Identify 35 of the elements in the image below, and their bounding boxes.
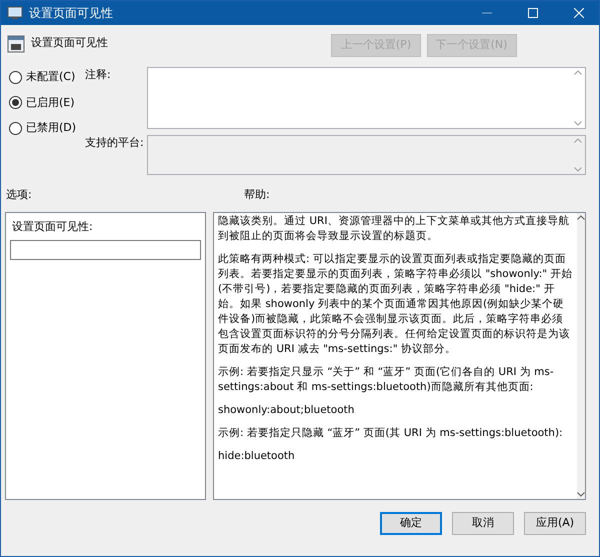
help-text: 隐藏该类别。通过 URI、资源管理器中的上下文菜单或其他方式直接导航到被阻止的页面将会导致显示设置的标题页。 (218, 214, 570, 244)
ok-button[interactable]: 确定 (380, 512, 442, 535)
cancel-button[interactable]: 取消 (452, 512, 514, 535)
radio-button[interactable] (9, 122, 22, 135)
policy-title: 设置页面可见性 (31, 35, 109, 51)
close-icon (574, 8, 584, 18)
radio-button[interactable] (9, 70, 22, 84)
help-heading: 帮助: (244, 187, 270, 203)
scroll-down-icon[interactable] (574, 167, 582, 172)
field-label: 设置页面可见性: (11, 219, 94, 235)
window-title: 设置页面可见性 (29, 5, 114, 22)
comment-field[interactable] (147, 67, 586, 129)
platform-label: 支持的平台: (85, 135, 145, 151)
help-text: 示例: 若要指定只隐藏 “蓝牙” 页面(其 URI 为 ms-settings:bluetooth): (218, 426, 564, 441)
comment-label: 注释: (85, 67, 112, 83)
scroll-down-icon[interactable] (577, 492, 585, 497)
apply-button[interactable]: 应用(A) (524, 512, 586, 535)
help-text: hide:bluetooth (218, 449, 296, 464)
help-text: showonly:about;bluetooth (218, 403, 356, 418)
options-heading: 选项: (5, 187, 33, 203)
scroll-up-icon[interactable] (574, 138, 582, 143)
maximize-icon (528, 8, 538, 18)
policy-icon (7, 35, 25, 53)
radio-option[interactable]: 未配置(C) (9, 69, 85, 86)
radio-option[interactable]: 已启用(E) (9, 94, 85, 111)
text-field[interactable] (10, 240, 201, 260)
radio-button[interactable] (9, 96, 22, 110)
scroll-up-icon[interactable] (574, 70, 582, 75)
app-icon (7, 6, 23, 20)
scroll-up-icon[interactable] (577, 215, 585, 220)
help-text: 此策略有两种模式: 可以指定要显示的设置页面列表或指定要隐藏的页面列表。若要指定要显示的页面列表，策略字符串必须以 "showonly:" 开始(不带引号)，若要指定要隐藏的页面列表，策略字符串必须 "hide:" 开始。如果 showonly 列表中的某个页面通常因其他原因(例如缺少某个硬件设备)而被隐藏，此策略不会强制显示该页面。此后，策略字符串必须包含设置页面标识符的分号分隔列表。任何给定设置页面的标识符是为该页面发布的 URI 减去 "ms-settings:" 协议部分。 (218, 252, 573, 357)
scroll-down-icon[interactable] (574, 121, 582, 126)
scrollbar[interactable] (577, 213, 585, 499)
radio-option[interactable]: 已禁用(D) (9, 120, 85, 136)
help-text: 示例: 若要指定只显示 “关于” 和 “蓝牙” 页面(它们各自的 URI 为 ms-settings:about 和 ms-settings:bluetooth)而隐藏所有其他页面: (218, 365, 555, 395)
